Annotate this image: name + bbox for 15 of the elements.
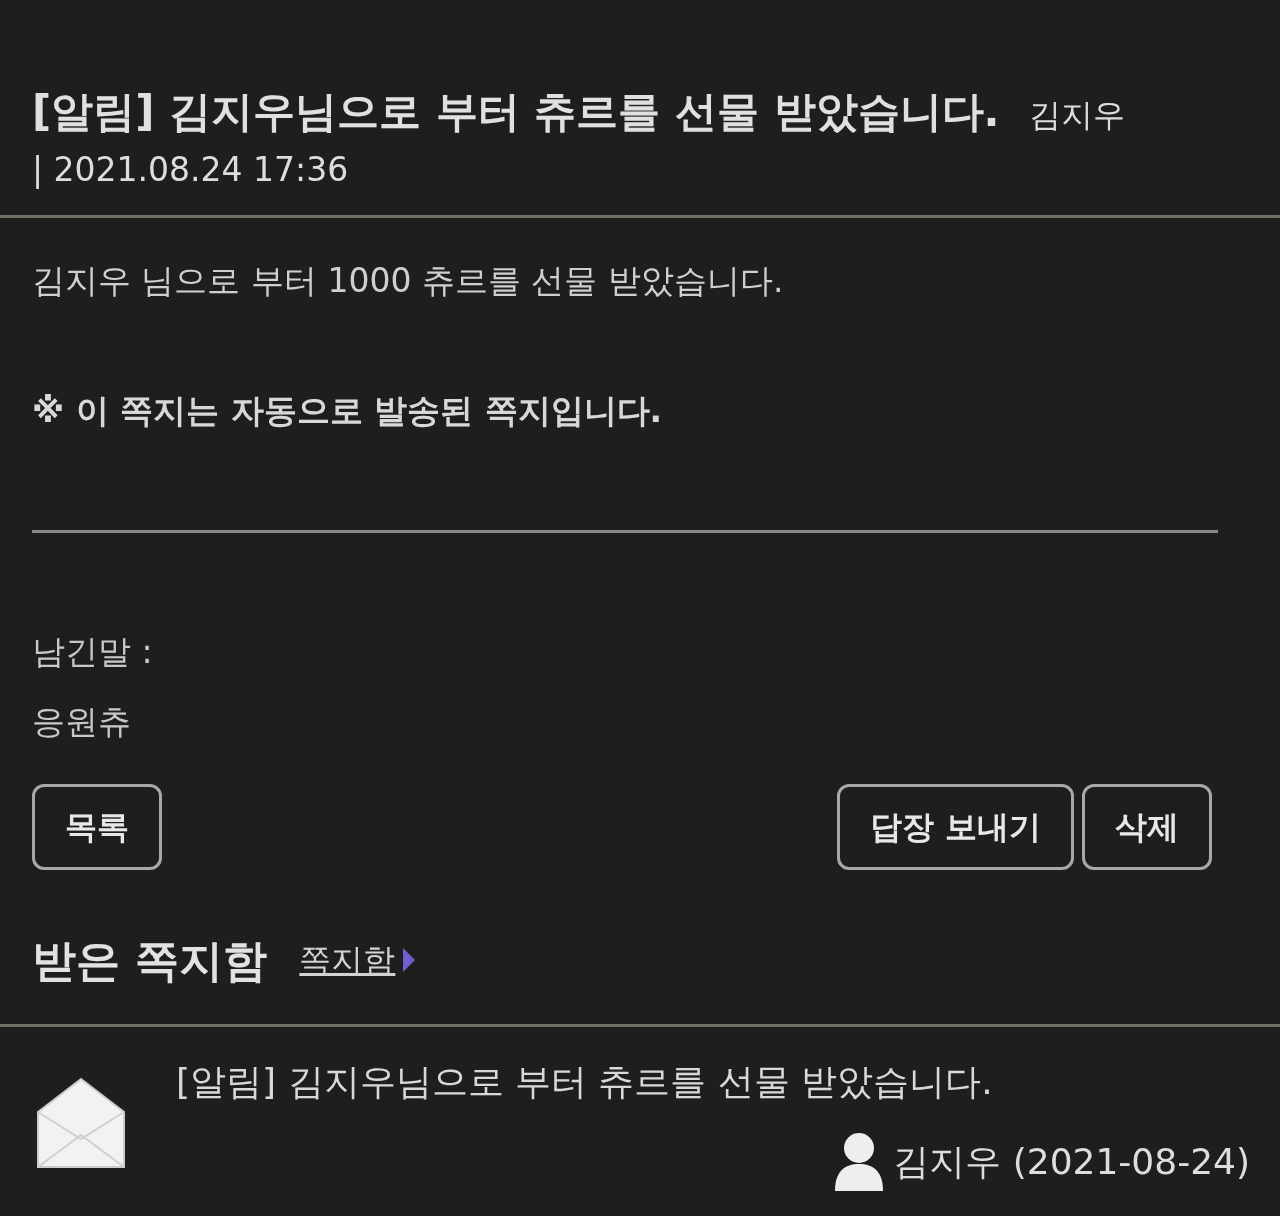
message-meta: 김지우 (2021-08-24) (893, 1140, 1250, 1184)
triangle-icon (403, 948, 416, 972)
list-button[interactable]: 목록 (32, 784, 162, 870)
message-body: 김지우 님으로 부터 1000 츄르를 선물 받았습니다. (32, 260, 785, 302)
message-title: [알림] 김지우님으로 부터 츄르를 선물 받았습니다. (32, 87, 1000, 136)
section-heading: 받은 쪽지함 (32, 934, 268, 988)
note-text: 응원츄 (32, 700, 132, 743)
message-date: | 2021.08.24 17:36 (32, 149, 350, 191)
note-label: 남긴말 : (32, 631, 154, 673)
user-icon (833, 1131, 886, 1193)
delete-button[interactable]: 삭제 (1082, 784, 1212, 870)
message-title: [알림] 김지우님으로 부터 츄르를 선물 받았습니다. (176, 1060, 994, 1104)
notice-text: ※ 이 쪽지는 자동으로 발송된 쪽지입니다. (32, 389, 664, 432)
sender-name: 김지우 (1029, 96, 1126, 134)
reply-button[interactable]: 답장 보내기 (836, 784, 1074, 870)
